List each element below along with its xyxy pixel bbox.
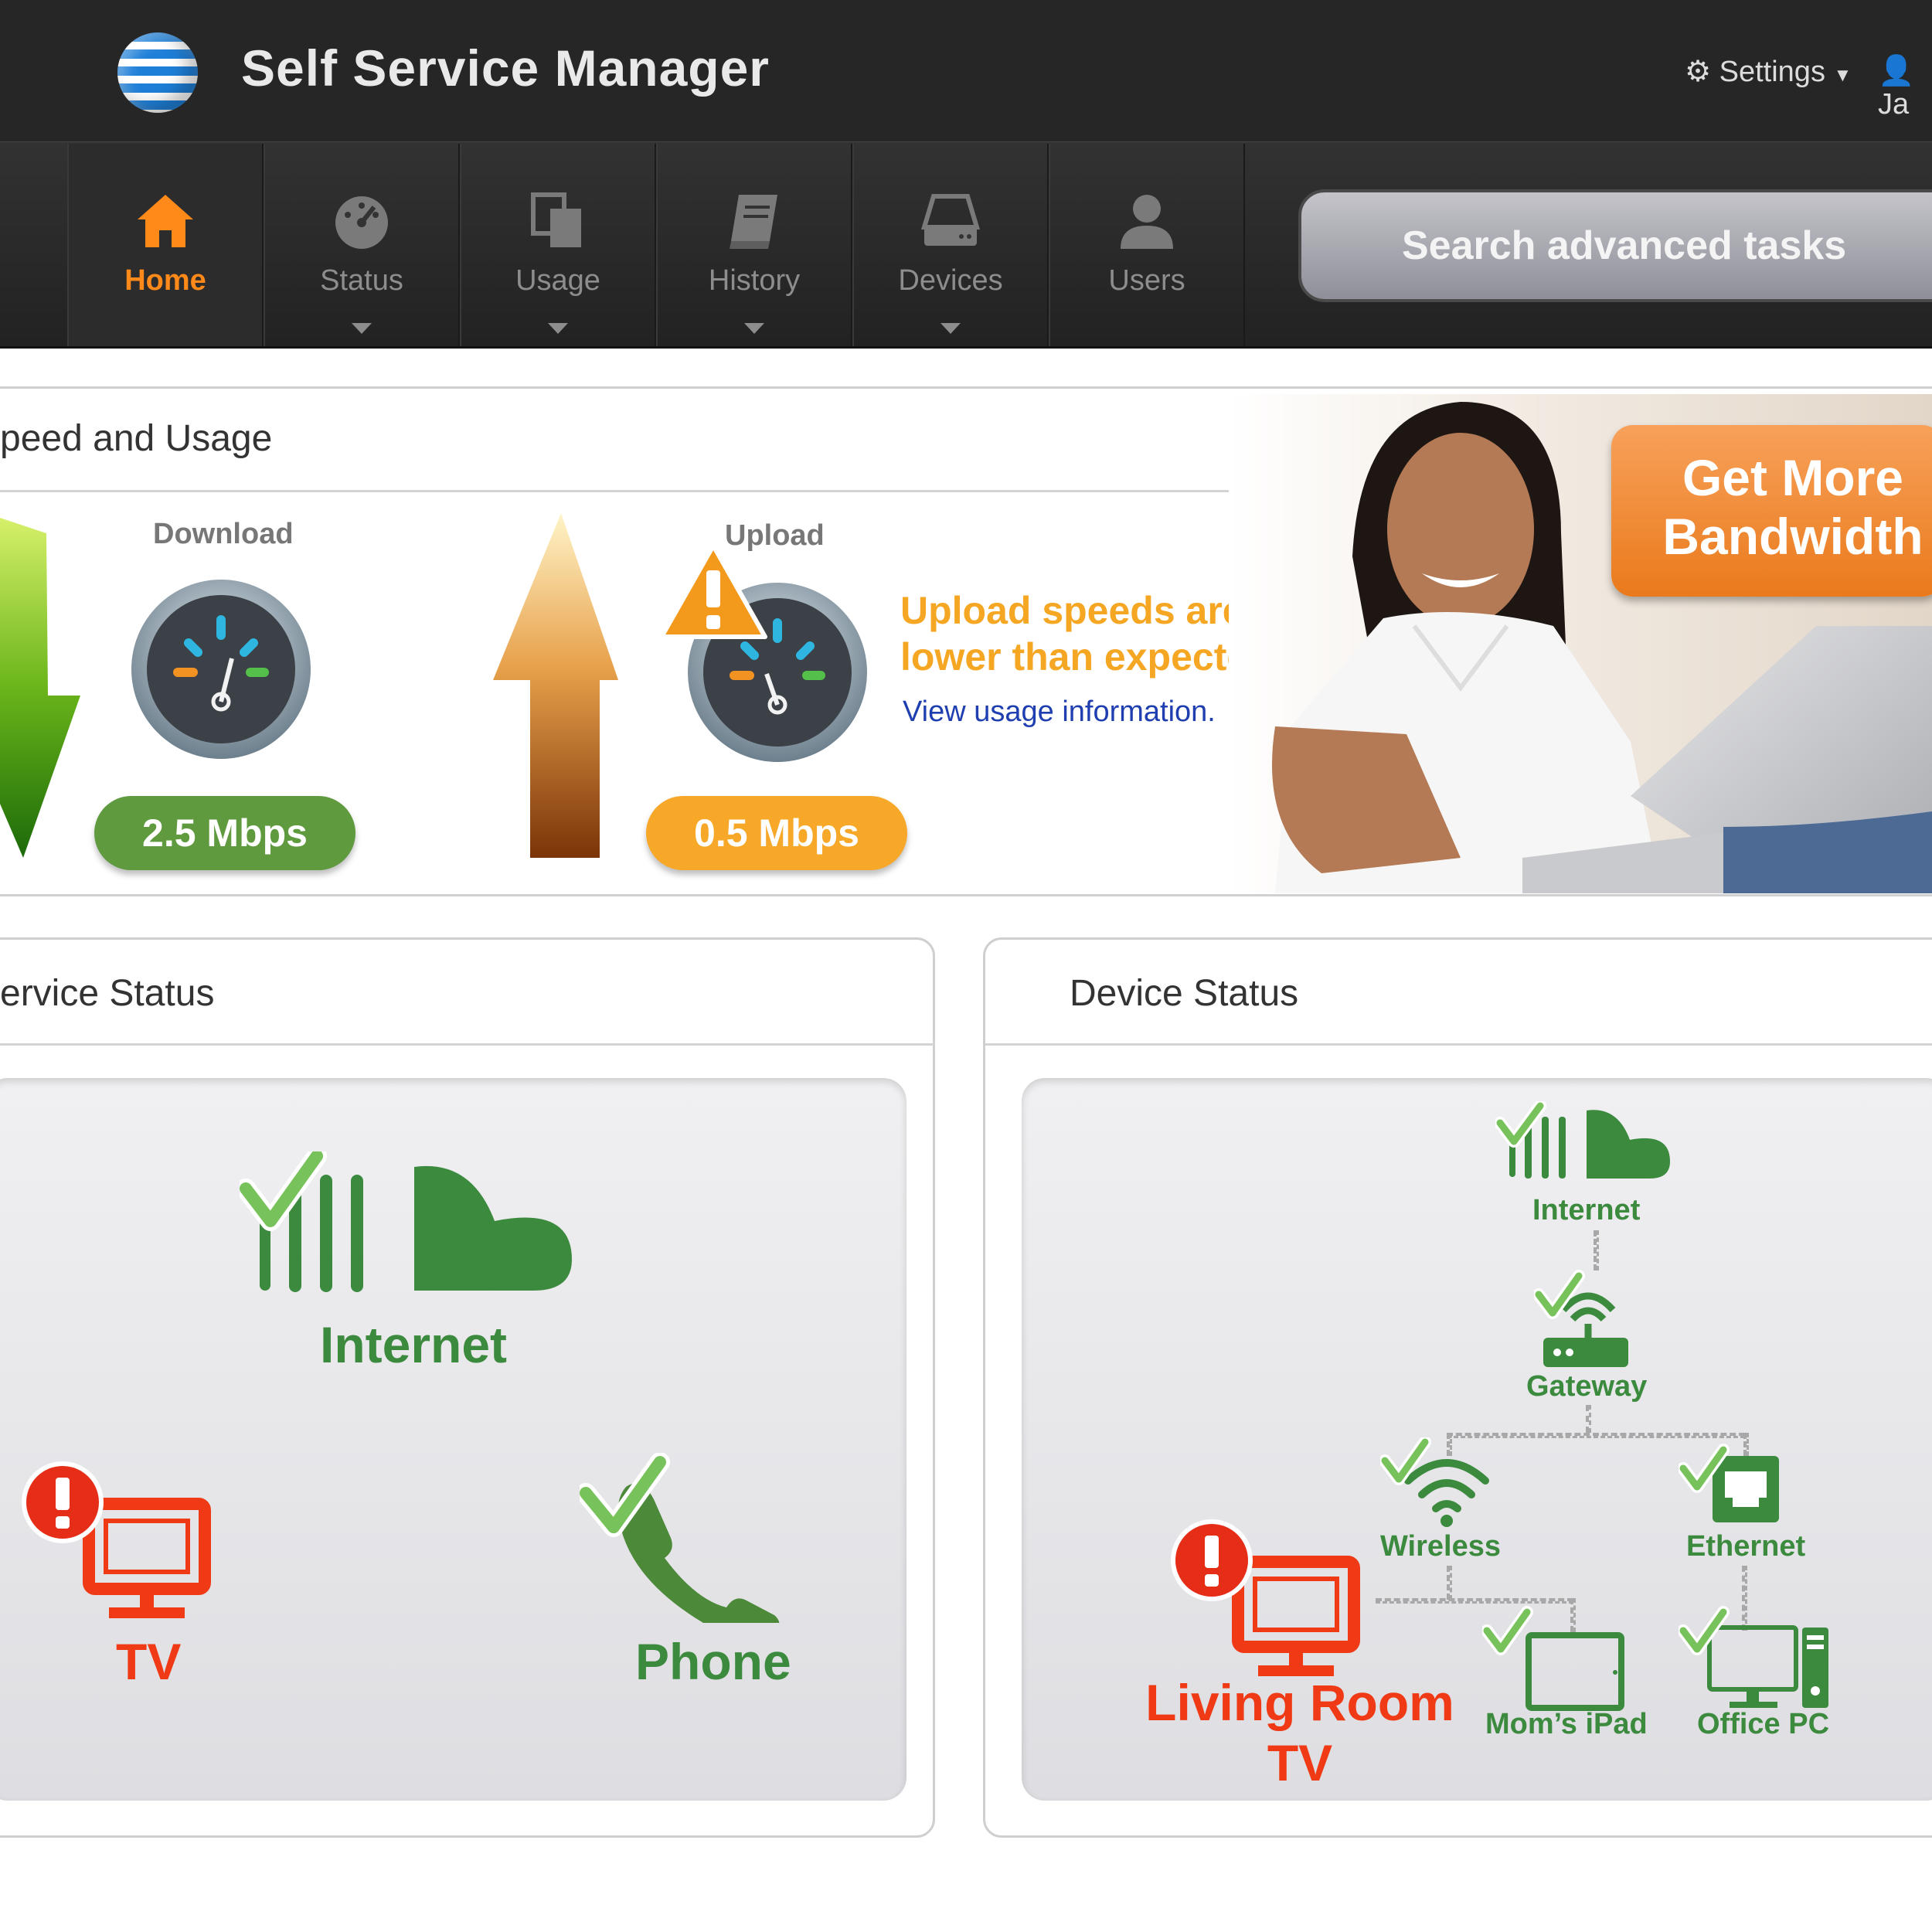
service-status-title: ervice Status [0, 973, 215, 1014]
service-tv-label: TV [116, 1633, 182, 1690]
download-label: Download [153, 518, 294, 550]
ethernet-port-icon[interactable] [1679, 1444, 1787, 1529]
nav-label-devices: Devices [898, 264, 1003, 297]
settings-label: Settings [1719, 56, 1825, 88]
chevron-down-icon: ▼ [1833, 65, 1852, 86]
service-internet-label: Internet [320, 1316, 508, 1373]
gateway-router-icon[interactable] [1534, 1264, 1634, 1372]
nav-label-status: Status [320, 264, 403, 297]
upload-arrow-icon [493, 513, 618, 858]
chevron-down-icon [548, 323, 568, 334]
user-menu[interactable]: 👤Ja [1878, 54, 1932, 121]
user-name: Ja [1878, 88, 1910, 121]
chevron-down-icon [744, 323, 764, 334]
connector-line [1447, 1566, 1452, 1600]
speed-usage-title: peed and Usage [0, 418, 273, 459]
device-gateway-label: Gateway [1526, 1370, 1648, 1403]
device-living-room-tv-label: Living Room TV [1144, 1672, 1456, 1793]
tv-icon[interactable] [1168, 1519, 1369, 1681]
device-office-pc-label: Office PC [1697, 1708, 1830, 1740]
nav-users[interactable]: Users [1049, 144, 1245, 346]
tv-label-line-2: TV [1267, 1734, 1333, 1791]
nav-home[interactable]: Home [67, 144, 264, 346]
speedometer-icon [335, 196, 388, 249]
app-title: Self Service Manager [241, 39, 770, 97]
tv-icon[interactable] [19, 1461, 220, 1623]
nav-status[interactable]: Status [264, 144, 460, 346]
tablet-icon[interactable] [1482, 1600, 1629, 1716]
desktop-pc-icon[interactable] [1679, 1600, 1833, 1716]
home-icon [138, 195, 193, 247]
device-ipad-label: Mom’s iPad [1485, 1708, 1648, 1740]
nav-label-history: History [708, 264, 801, 297]
gear-icon: ⚙ [1685, 56, 1712, 88]
search-input[interactable]: Search advanced tasks [1298, 189, 1932, 302]
nav-devices[interactable]: Devices [852, 144, 1049, 346]
divider [0, 1043, 935, 1046]
device-wireless-label: Wireless [1380, 1530, 1501, 1563]
nav-label-home: Home [124, 264, 206, 297]
wireless-wifi-icon[interactable] [1380, 1437, 1496, 1530]
nav-label-users: Users [1108, 264, 1185, 297]
phone-icon[interactable] [580, 1453, 781, 1623]
tv-label-line-1: Living Room [1145, 1674, 1454, 1731]
device-internet-label: Internet [1532, 1194, 1641, 1226]
device-status-title: Device Status [1070, 973, 1299, 1014]
user-icon: 👤 [1878, 55, 1915, 87]
nav-label-usage: Usage [515, 264, 600, 297]
book-icon [730, 195, 777, 249]
chevron-down-icon [352, 323, 372, 334]
get-more-bandwidth-button[interactable]: Get More Bandwidth [1611, 425, 1932, 597]
att-globe-logo[interactable] [117, 32, 198, 113]
device-ethernet-label: Ethernet [1686, 1530, 1806, 1563]
hard-drive-icon [920, 194, 981, 246]
download-arrow-icon [0, 518, 80, 858]
internet-cloud-icon[interactable] [240, 1151, 580, 1306]
upload-speed-badge: 0.5 Mbps [646, 796, 907, 870]
service-phone-label: Phone [635, 1633, 791, 1690]
upload-warning-message: Upload speeds are lower than expected! [900, 589, 1285, 679]
copy-icon [531, 192, 581, 247]
warning-icon [659, 543, 767, 639]
internet-cloud-icon[interactable] [1495, 1101, 1673, 1186]
view-usage-link[interactable]: View usage information. [903, 696, 1216, 729]
nav-history[interactable]: History [656, 144, 852, 346]
download-gauge-icon [131, 580, 311, 759]
chevron-down-icon [940, 323, 961, 334]
nav-usage[interactable]: Usage [460, 144, 656, 346]
settings-menu[interactable]: ⚙ Settings ▼ [1685, 54, 1852, 89]
user-icon [1121, 195, 1173, 249]
connector-line [1586, 1405, 1591, 1433]
divider [985, 1043, 1932, 1046]
divider [0, 490, 1329, 492]
download-speed-badge: 2.5 Mbps [94, 796, 355, 870]
